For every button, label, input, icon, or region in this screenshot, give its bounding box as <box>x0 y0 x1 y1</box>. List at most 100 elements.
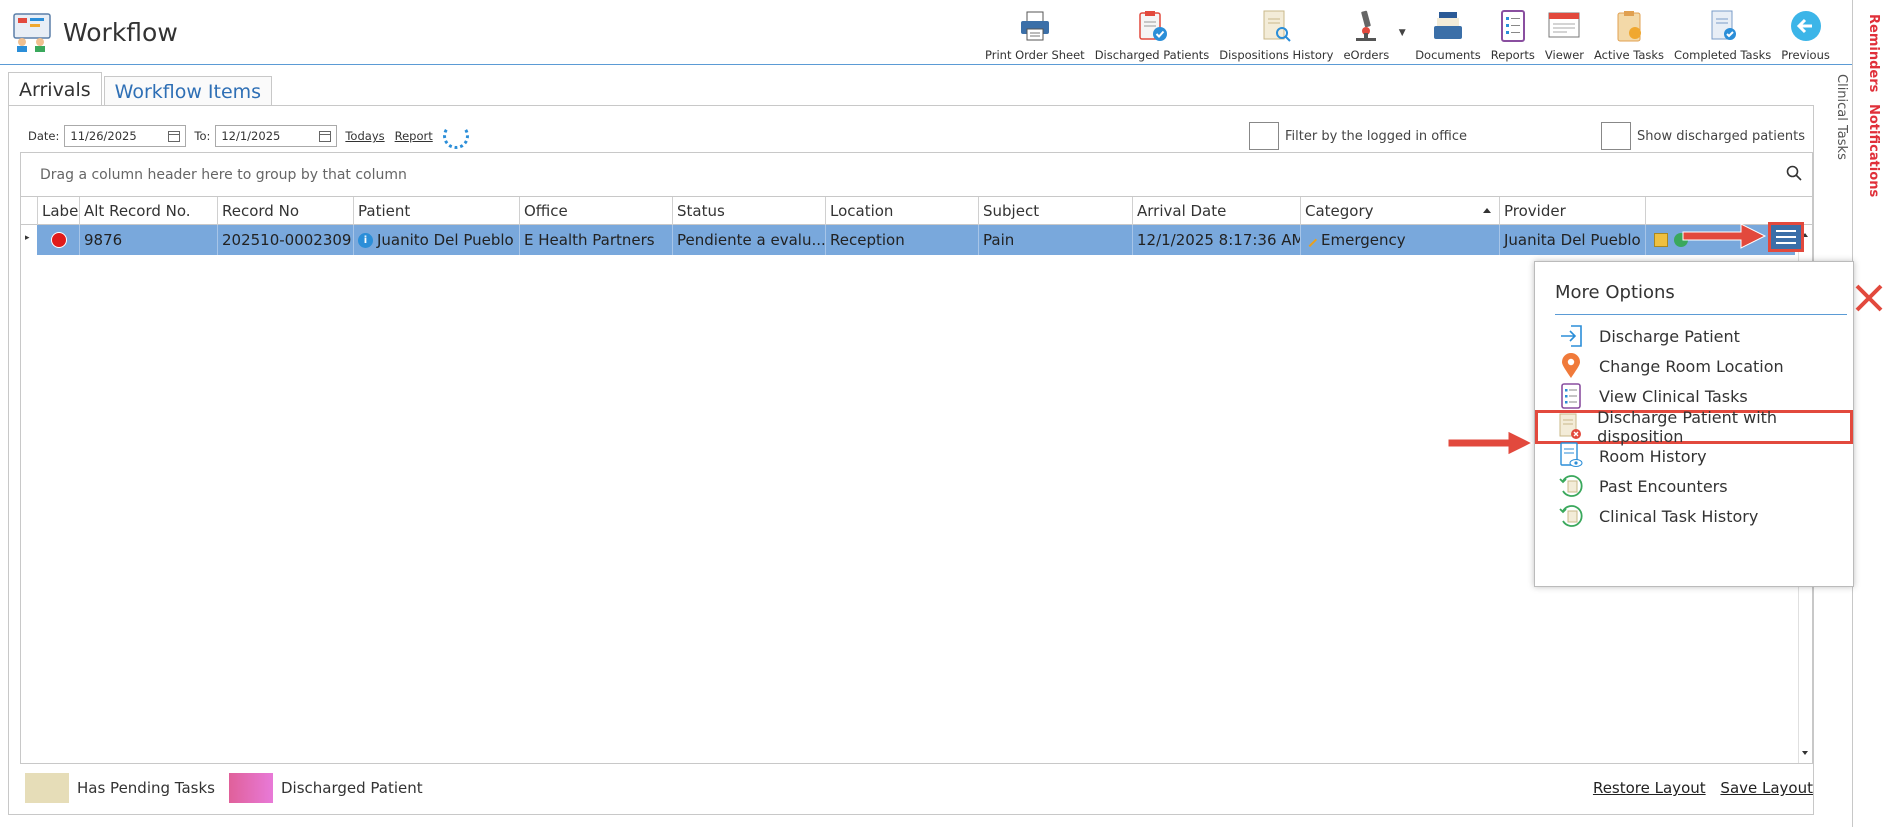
workflow-logo-icon <box>12 12 54 52</box>
column-header-office[interactable]: Office <box>519 197 672 225</box>
document-view-icon <box>1557 442 1585 470</box>
sort-ascending-icon <box>1483 208 1491 213</box>
layout-links: Restore Layout Save Layout <box>1583 779 1813 797</box>
discharged-patients-button[interactable]: Discharged Patients <box>1090 4 1215 62</box>
column-header-patient[interactable]: Patient <box>353 197 519 225</box>
document-discharge-icon <box>1557 413 1583 441</box>
notifications-tab[interactable]: Notifications <box>1866 104 1881 197</box>
scroll-down-icon[interactable] <box>1802 751 1808 755</box>
save-layout-link[interactable]: Save Layout <box>1720 779 1813 797</box>
column-header-provider[interactable]: Provider <box>1499 197 1645 225</box>
column-header-location[interactable]: Location <box>825 197 978 225</box>
dispositions-history-button[interactable]: Dispositions History <box>1214 4 1338 62</box>
column-header-record-no[interactable]: Record No <box>217 197 353 225</box>
microscope-icon <box>1348 8 1384 44</box>
column-header-label[interactable]: Label <box>37 197 79 225</box>
cell-category: Emergency <box>1300 225 1499 255</box>
row-action-documents-icon[interactable] <box>1654 233 1668 247</box>
completed-tasks-icon <box>1705 8 1741 44</box>
clinical-tasks-tab[interactable]: Clinical Tasks <box>1834 74 1849 160</box>
clipboard-check-icon <box>1134 8 1170 44</box>
task-list-icon <box>1557 382 1585 410</box>
to-label: To: <box>194 129 211 143</box>
app-header: Workflow Print Order Sheet Discharged Pa… <box>0 0 1852 65</box>
show-discharged-checkbox[interactable] <box>1601 122 1631 150</box>
calendar-icon[interactable] <box>168 130 181 142</box>
printer-icon <box>1017 8 1053 44</box>
option-change-room-location[interactable]: Change Room Location <box>1557 349 1847 383</box>
date-filter-bar: Date: 11/26/2025 To: 12/1/2025 Todays Re… <box>28 122 469 150</box>
tab-workflow-items[interactable]: Workflow Items <box>103 76 273 106</box>
calendar-icon[interactable] <box>319 130 332 142</box>
cell-record-no: 202510-0002309 <box>217 225 353 255</box>
cell-status: Pendiente a evalu... <box>672 225 825 255</box>
grid-header: Label Alt Record No. Record No Patient O… <box>21 197 1814 225</box>
close-icon[interactable] <box>1853 282 1885 314</box>
date-from-field[interactable]: 11/26/2025 <box>64 125 187 147</box>
report-link[interactable]: Report <box>395 129 433 143</box>
option-discharge-patient[interactable]: Discharge Patient <box>1557 319 1847 353</box>
column-header-alt-record-no[interactable]: Alt Record No. <box>79 197 217 225</box>
column-header-subject[interactable]: Subject <box>978 197 1132 225</box>
show-discharged-option: Show discharged patients <box>1601 122 1805 150</box>
workflow-window: { "app": { "title": "Workflow" }, "toolb… <box>0 0 1893 827</box>
cell-provider: Juanita Del Pueblo <box>1499 225 1645 255</box>
search-icon[interactable] <box>1786 165 1804 183</box>
history-document-icon <box>1557 502 1585 530</box>
documents-button[interactable]: Documents <box>1410 4 1486 62</box>
date-to-field[interactable]: 12/1/2025 <box>215 125 338 147</box>
reminders-tab[interactable]: Reminders <box>1866 14 1881 92</box>
restore-layout-link[interactable]: Restore Layout <box>1593 779 1706 797</box>
filter-office-option: Filter by the logged in office <box>1249 122 1467 150</box>
tab-arrivals[interactable]: Arrivals <box>8 72 102 106</box>
document-search-icon <box>1258 8 1294 44</box>
cell-subject: Pain <box>978 225 1132 255</box>
location-pin-icon <box>1557 352 1585 380</box>
column-header-category[interactable]: Category <box>1300 197 1499 225</box>
option-past-encounters[interactable]: Past Encounters <box>1557 469 1847 503</box>
todays-link[interactable]: Todays <box>345 129 384 143</box>
cell-office: E Health Partners <box>519 225 672 255</box>
app-title: Workflow <box>63 18 178 47</box>
hamburger-menu-icon <box>1776 230 1796 232</box>
popup-divider <box>1555 314 1847 315</box>
viewer-button[interactable]: Viewer <box>1540 4 1589 62</box>
annotation-arrow-icon <box>1682 223 1767 249</box>
cell-alt-record-no: 9876 <box>79 225 217 255</box>
option-room-history[interactable]: Room History <box>1557 439 1847 473</box>
popup-title: More Options <box>1555 282 1675 303</box>
active-tasks-button[interactable]: Active Tasks <box>1589 4 1669 62</box>
active-tasks-icon <box>1611 8 1647 44</box>
option-clinical-task-history[interactable]: Clinical Task History <box>1557 499 1847 533</box>
history-document-icon <box>1557 472 1585 500</box>
reports-button[interactable]: Reports <box>1486 4 1540 62</box>
completed-tasks-button[interactable]: Completed Tasks <box>1669 4 1776 62</box>
group-by-panel[interactable]: Drag a column header here to group by th… <box>20 152 1813 196</box>
print-order-sheet-button[interactable]: Print Order Sheet <box>980 4 1090 62</box>
row-expand-icon[interactable]: ▸ <box>25 233 30 243</box>
column-header-status[interactable]: Status <box>672 197 825 225</box>
report-list-icon <box>1495 8 1531 44</box>
previous-button[interactable]: Previous <box>1776 4 1835 62</box>
tab-strip: Arrivals Workflow Items <box>8 72 273 106</box>
cell-location: Reception <box>825 225 978 255</box>
sign-in-arrow-icon <box>1557 322 1585 350</box>
back-arrow-icon <box>1788 8 1824 44</box>
pencil-icon <box>1302 232 1318 248</box>
grid-legend: Has Pending Tasks Discharged Patient <box>25 773 423 803</box>
cell-arrival-date: 12/1/2025 8:17:36 AM <box>1132 225 1300 255</box>
more-options-menu-button[interactable] <box>1768 222 1804 252</box>
date-label: Date: <box>28 129 60 143</box>
column-header-arrival-date[interactable]: Arrival Date <box>1132 197 1300 225</box>
refresh-icon[interactable] <box>442 123 469 149</box>
eorders-button[interactable]: eOrders <box>1338 4 1394 62</box>
table-row[interactable]: 9876 202510-0002309 i Juanito Del Pueblo… <box>37 225 1795 255</box>
documents-tray-icon <box>1430 8 1466 44</box>
filter-office-checkbox[interactable] <box>1249 122 1279 150</box>
info-icon[interactable]: i <box>358 232 373 248</box>
cell-label <box>37 225 79 255</box>
status-dot-icon <box>51 232 67 248</box>
eorders-dropdown-caret-icon[interactable]: ▼ <box>1394 4 1410 62</box>
main-toolbar: Print Order Sheet Discharged Patients Di… <box>980 4 1835 62</box>
cell-patient: i Juanito Del Pueblo <box>353 225 519 255</box>
